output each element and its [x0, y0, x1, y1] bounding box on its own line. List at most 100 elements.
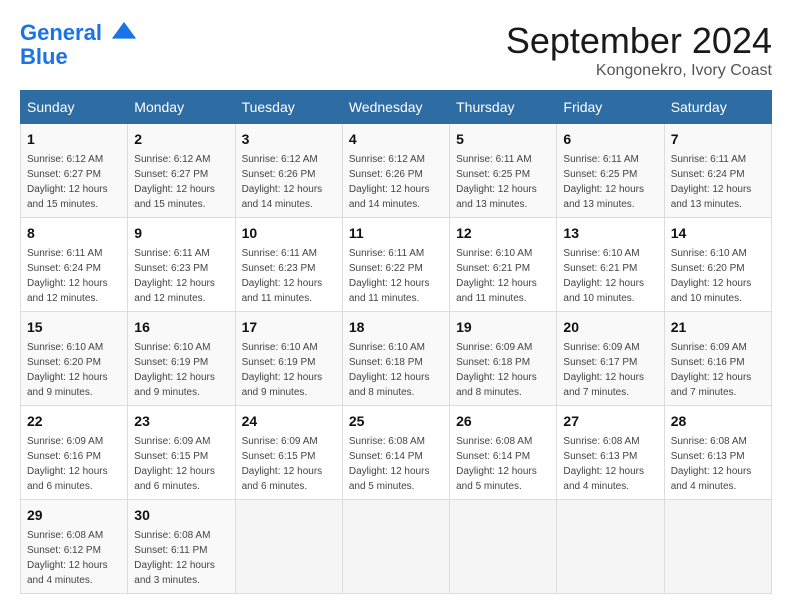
day-info: Sunrise: 6:10 AMSunset: 6:18 PMDaylight:…: [349, 340, 443, 400]
calendar-table: SundayMondayTuesdayWednesdayThursdayFrid…: [20, 90, 772, 594]
calendar-cell: 26 Sunrise: 6:08 AMSunset: 6:14 PMDaylig…: [450, 406, 557, 500]
calendar-cell: 3 Sunrise: 6:12 AMSunset: 6:26 PMDayligh…: [235, 124, 342, 218]
day-number: 27: [563, 411, 657, 432]
calendar-cell: 6 Sunrise: 6:11 AMSunset: 6:25 PMDayligh…: [557, 124, 664, 218]
weekday-header-friday: Friday: [557, 91, 664, 124]
calendar-cell: [235, 500, 342, 594]
calendar-week-1: 1 Sunrise: 6:12 AMSunset: 6:27 PMDayligh…: [21, 124, 772, 218]
day-number: 17: [242, 317, 336, 338]
calendar-cell: 13 Sunrise: 6:10 AMSunset: 6:21 PMDaylig…: [557, 218, 664, 312]
calendar-cell: 8 Sunrise: 6:11 AMSunset: 6:24 PMDayligh…: [21, 218, 128, 312]
weekday-header-wednesday: Wednesday: [342, 91, 449, 124]
day-number: 6: [563, 129, 657, 150]
calendar-cell: 18 Sunrise: 6:10 AMSunset: 6:18 PMDaylig…: [342, 312, 449, 406]
day-number: 15: [27, 317, 121, 338]
day-number: 19: [456, 317, 550, 338]
day-info: Sunrise: 6:11 AMSunset: 6:23 PMDaylight:…: [242, 246, 336, 306]
day-number: 30: [134, 505, 228, 526]
day-number: 24: [242, 411, 336, 432]
calendar-cell: 15 Sunrise: 6:10 AMSunset: 6:20 PMDaylig…: [21, 312, 128, 406]
calendar-cell: 2 Sunrise: 6:12 AMSunset: 6:27 PMDayligh…: [128, 124, 235, 218]
calendar-cell: 22 Sunrise: 6:09 AMSunset: 6:16 PMDaylig…: [21, 406, 128, 500]
day-number: 16: [134, 317, 228, 338]
day-number: 25: [349, 411, 443, 432]
day-number: 2: [134, 129, 228, 150]
calendar-cell: 19 Sunrise: 6:09 AMSunset: 6:18 PMDaylig…: [450, 312, 557, 406]
day-number: 11: [349, 223, 443, 244]
day-info: Sunrise: 6:09 AMSunset: 6:16 PMDaylight:…: [27, 434, 121, 494]
calendar-cell: 27 Sunrise: 6:08 AMSunset: 6:13 PMDaylig…: [557, 406, 664, 500]
day-info: Sunrise: 6:08 AMSunset: 6:12 PMDaylight:…: [27, 528, 121, 588]
weekday-header-monday: Monday: [128, 91, 235, 124]
calendar-cell: 10 Sunrise: 6:11 AMSunset: 6:23 PMDaylig…: [235, 218, 342, 312]
day-number: 5: [456, 129, 550, 150]
day-info: Sunrise: 6:10 AMSunset: 6:19 PMDaylight:…: [242, 340, 336, 400]
calendar-week-4: 22 Sunrise: 6:09 AMSunset: 6:16 PMDaylig…: [21, 406, 772, 500]
weekday-header-saturday: Saturday: [664, 91, 771, 124]
calendar-cell: 14 Sunrise: 6:10 AMSunset: 6:20 PMDaylig…: [664, 218, 771, 312]
calendar-cell: 21 Sunrise: 6:09 AMSunset: 6:16 PMDaylig…: [664, 312, 771, 406]
calendar-cell: 29 Sunrise: 6:08 AMSunset: 6:12 PMDaylig…: [21, 500, 128, 594]
page-header: General Blue September 2024 Kongonekro, …: [20, 20, 772, 80]
day-info: Sunrise: 6:12 AMSunset: 6:26 PMDaylight:…: [242, 152, 336, 212]
day-number: 1: [27, 129, 121, 150]
logo: General Blue: [20, 20, 140, 70]
calendar-week-3: 15 Sunrise: 6:10 AMSunset: 6:20 PMDaylig…: [21, 312, 772, 406]
day-info: Sunrise: 6:09 AMSunset: 6:18 PMDaylight:…: [456, 340, 550, 400]
calendar-cell: [557, 500, 664, 594]
calendar-cell: 12 Sunrise: 6:10 AMSunset: 6:21 PMDaylig…: [450, 218, 557, 312]
weekday-header-tuesday: Tuesday: [235, 91, 342, 124]
calendar-week-5: 29 Sunrise: 6:08 AMSunset: 6:12 PMDaylig…: [21, 500, 772, 594]
day-number: 26: [456, 411, 550, 432]
calendar-cell: [450, 500, 557, 594]
calendar-cell: 20 Sunrise: 6:09 AMSunset: 6:17 PMDaylig…: [557, 312, 664, 406]
calendar-cell: [664, 500, 771, 594]
day-info: Sunrise: 6:09 AMSunset: 6:15 PMDaylight:…: [134, 434, 228, 494]
day-info: Sunrise: 6:11 AMSunset: 6:24 PMDaylight:…: [671, 152, 765, 212]
day-number: 8: [27, 223, 121, 244]
day-info: Sunrise: 6:09 AMSunset: 6:16 PMDaylight:…: [671, 340, 765, 400]
calendar-cell: [342, 500, 449, 594]
location-subtitle: Kongonekro, Ivory Coast: [506, 62, 772, 80]
day-info: Sunrise: 6:10 AMSunset: 6:20 PMDaylight:…: [671, 246, 765, 306]
calendar-cell: 23 Sunrise: 6:09 AMSunset: 6:15 PMDaylig…: [128, 406, 235, 500]
day-info: Sunrise: 6:10 AMSunset: 6:21 PMDaylight:…: [456, 246, 550, 306]
day-info: Sunrise: 6:12 AMSunset: 6:26 PMDaylight:…: [349, 152, 443, 212]
calendar-cell: 17 Sunrise: 6:10 AMSunset: 6:19 PMDaylig…: [235, 312, 342, 406]
day-number: 28: [671, 411, 765, 432]
calendar-cell: 7 Sunrise: 6:11 AMSunset: 6:24 PMDayligh…: [664, 124, 771, 218]
calendar-cell: 4 Sunrise: 6:12 AMSunset: 6:26 PMDayligh…: [342, 124, 449, 218]
day-number: 9: [134, 223, 228, 244]
day-info: Sunrise: 6:10 AMSunset: 6:21 PMDaylight:…: [563, 246, 657, 306]
title-block: September 2024 Kongonekro, Ivory Coast: [506, 20, 772, 80]
day-number: 29: [27, 505, 121, 526]
day-number: 4: [349, 129, 443, 150]
calendar-cell: 11 Sunrise: 6:11 AMSunset: 6:22 PMDaylig…: [342, 218, 449, 312]
calendar-cell: 28 Sunrise: 6:08 AMSunset: 6:13 PMDaylig…: [664, 406, 771, 500]
day-info: Sunrise: 6:11 AMSunset: 6:22 PMDaylight:…: [349, 246, 443, 306]
day-info: Sunrise: 6:11 AMSunset: 6:25 PMDaylight:…: [563, 152, 657, 212]
day-number: 3: [242, 129, 336, 150]
day-number: 22: [27, 411, 121, 432]
calendar-cell: 16 Sunrise: 6:10 AMSunset: 6:19 PMDaylig…: [128, 312, 235, 406]
day-info: Sunrise: 6:10 AMSunset: 6:19 PMDaylight:…: [134, 340, 228, 400]
day-number: 18: [349, 317, 443, 338]
day-info: Sunrise: 6:11 AMSunset: 6:24 PMDaylight:…: [27, 246, 121, 306]
weekday-header-sunday: Sunday: [21, 91, 128, 124]
day-info: Sunrise: 6:11 AMSunset: 6:25 PMDaylight:…: [456, 152, 550, 212]
calendar-week-2: 8 Sunrise: 6:11 AMSunset: 6:24 PMDayligh…: [21, 218, 772, 312]
day-number: 10: [242, 223, 336, 244]
weekday-header-thursday: Thursday: [450, 91, 557, 124]
day-info: Sunrise: 6:08 AMSunset: 6:11 PMDaylight:…: [134, 528, 228, 588]
day-number: 23: [134, 411, 228, 432]
day-number: 20: [563, 317, 657, 338]
day-number: 7: [671, 129, 765, 150]
day-number: 12: [456, 223, 550, 244]
day-info: Sunrise: 6:09 AMSunset: 6:15 PMDaylight:…: [242, 434, 336, 494]
day-info: Sunrise: 6:08 AMSunset: 6:13 PMDaylight:…: [671, 434, 765, 494]
calendar-cell: 30 Sunrise: 6:08 AMSunset: 6:11 PMDaylig…: [128, 500, 235, 594]
day-info: Sunrise: 6:08 AMSunset: 6:14 PMDaylight:…: [456, 434, 550, 494]
day-info: Sunrise: 6:09 AMSunset: 6:17 PMDaylight:…: [563, 340, 657, 400]
day-info: Sunrise: 6:12 AMSunset: 6:27 PMDaylight:…: [27, 152, 121, 212]
weekday-header-row: SundayMondayTuesdayWednesdayThursdayFrid…: [21, 91, 772, 124]
